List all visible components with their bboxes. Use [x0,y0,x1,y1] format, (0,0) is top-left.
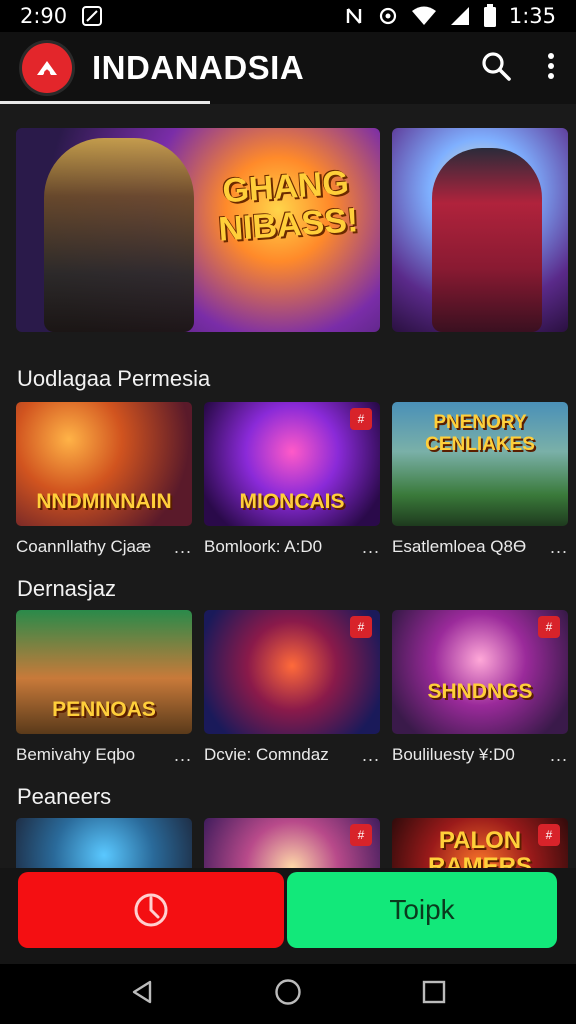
game-tile[interactable]: # Dcvie: Comndaz ... [204,610,380,766]
app-title: INDANADSIA [92,49,305,86]
game-thumbnail: # MIONCAIS [204,402,380,526]
more-options-icon[interactable]: ... [358,537,380,558]
game-tile[interactable]: # SHNDNGS Bouliluesty ¥:D0 ... [392,610,568,766]
section-title-1: Uodlagaa Permesia [17,366,211,391]
tile-caption: Coannllathy Cjaæ ... [16,536,192,558]
back-icon[interactable] [130,979,154,1010]
thumbnail-art-text: MIONCAIS [239,490,345,513]
game-tile[interactable]: PENNOAS Bemivahy Eqbo ... [16,610,192,766]
app-bar: INDANADSIA [0,32,576,104]
thumbnail-art-text: NNDMINNAIN [36,490,172,513]
tile-title: Bemivahy Eqbo [16,745,136,764]
more-options-icon[interactable]: ... [546,745,568,766]
nfc-icon [343,5,365,27]
tile-title: Bouliluesty ¥:D0 [392,745,515,764]
content-feed[interactable]: GHANG NIBASS! Uodlagaa Permesia NNDMINNA… [0,104,576,880]
game-tile[interactable]: PNENORY CENLIAKES Esatlemloea Q8Ө ... [392,402,568,558]
hero-carousel[interactable]: GHANG NIBASS! [16,128,568,332]
recents-icon[interactable] [422,980,446,1009]
game-thumbnail: # [204,610,380,734]
status-bar: 2:90 1:35 [0,0,576,32]
tile-title: Dcvie: Comndaz [204,745,329,764]
timer-button[interactable] [18,872,284,948]
hero-character-image [44,138,194,332]
more-options-icon[interactable]: ... [358,745,380,766]
tile-caption: Esatlemloea Q8Ө ... [392,536,568,558]
badge-icon: # [538,616,560,638]
app-screen: 2:90 1:35 INDANADSIA GHANG NIBASS! Uodla… [0,0,576,1024]
tile-caption: Bomloork: A:D0 ... [204,536,380,558]
app-logo[interactable] [22,43,72,93]
sync-icon [377,5,399,27]
status-time: 2:90 [20,4,68,28]
battery-icon [483,4,497,28]
badge-icon: # [350,824,372,846]
game-thumbnail: NNDMINNAIN [16,402,192,526]
hero-character-image-2 [432,148,542,332]
system-nav-bar [0,964,576,1024]
logo-mark-icon [37,61,57,76]
section-title-3: Peaneers [17,784,112,809]
badge-icon: # [350,616,372,638]
signal-icon [449,5,471,27]
app-bar-actions [480,50,556,87]
status-clock: 1:35 [508,4,556,28]
thumbnail-art-text: PNENORY CENLIAKES [425,412,535,455]
toipk-button[interactable]: Toipk [287,872,557,948]
thumbnail-art-text: SHNDNGS [427,680,533,703]
more-options-icon[interactable]: ... [170,745,192,766]
game-tile[interactable]: NNDMINNAIN Coannllathy Cjaæ ... [16,402,192,558]
home-icon[interactable] [274,978,302,1011]
status-right: 1:35 [343,4,556,28]
tile-caption: Dcvie: Comndaz ... [204,744,380,766]
more-options-icon[interactable]: ... [546,537,568,558]
tile-caption: Bemivahy Eqbo ... [16,744,192,766]
game-tile[interactable]: # MIONCAIS Bomloork: A:D0 ... [204,402,380,558]
game-thumbnail: # SHNDNGS [392,610,568,734]
hero-title: GHANG NIBASS! [217,163,360,249]
game-thumbnail: PNENORY CENLIAKES [392,402,568,526]
hero-banner-main[interactable]: GHANG NIBASS! [16,128,380,332]
game-thumbnail: PENNOAS [16,610,192,734]
more-options-icon[interactable]: ... [170,537,192,558]
tile-title: Bomloork: A:D0 [204,537,323,556]
section-row-2: PENNOAS Bemivahy Eqbo ... # Dcvie: Comnd… [16,610,568,766]
tile-title: Esatlemloea Q8Ө [392,537,527,556]
section-row-1: NNDMINNAIN Coannllathy Cjaæ ... # MIONCA… [16,402,568,558]
tile-title: Coannllathy Cjaæ [16,537,152,556]
hero-banner-secondary[interactable] [392,128,568,332]
section-title-2: Dernasjaz [17,576,117,601]
search-icon[interactable] [480,50,512,87]
thumbnail-art-text: PENNOAS [52,698,156,721]
more-vert-icon[interactable] [546,51,556,86]
wifi-icon [411,5,437,27]
tile-caption: Bouliluesty ¥:D0 ... [392,744,568,766]
notification-icon [81,5,103,27]
timer-icon [134,893,168,927]
badge-icon: # [350,408,372,430]
bottom-action-bar: Toipk [0,868,576,964]
